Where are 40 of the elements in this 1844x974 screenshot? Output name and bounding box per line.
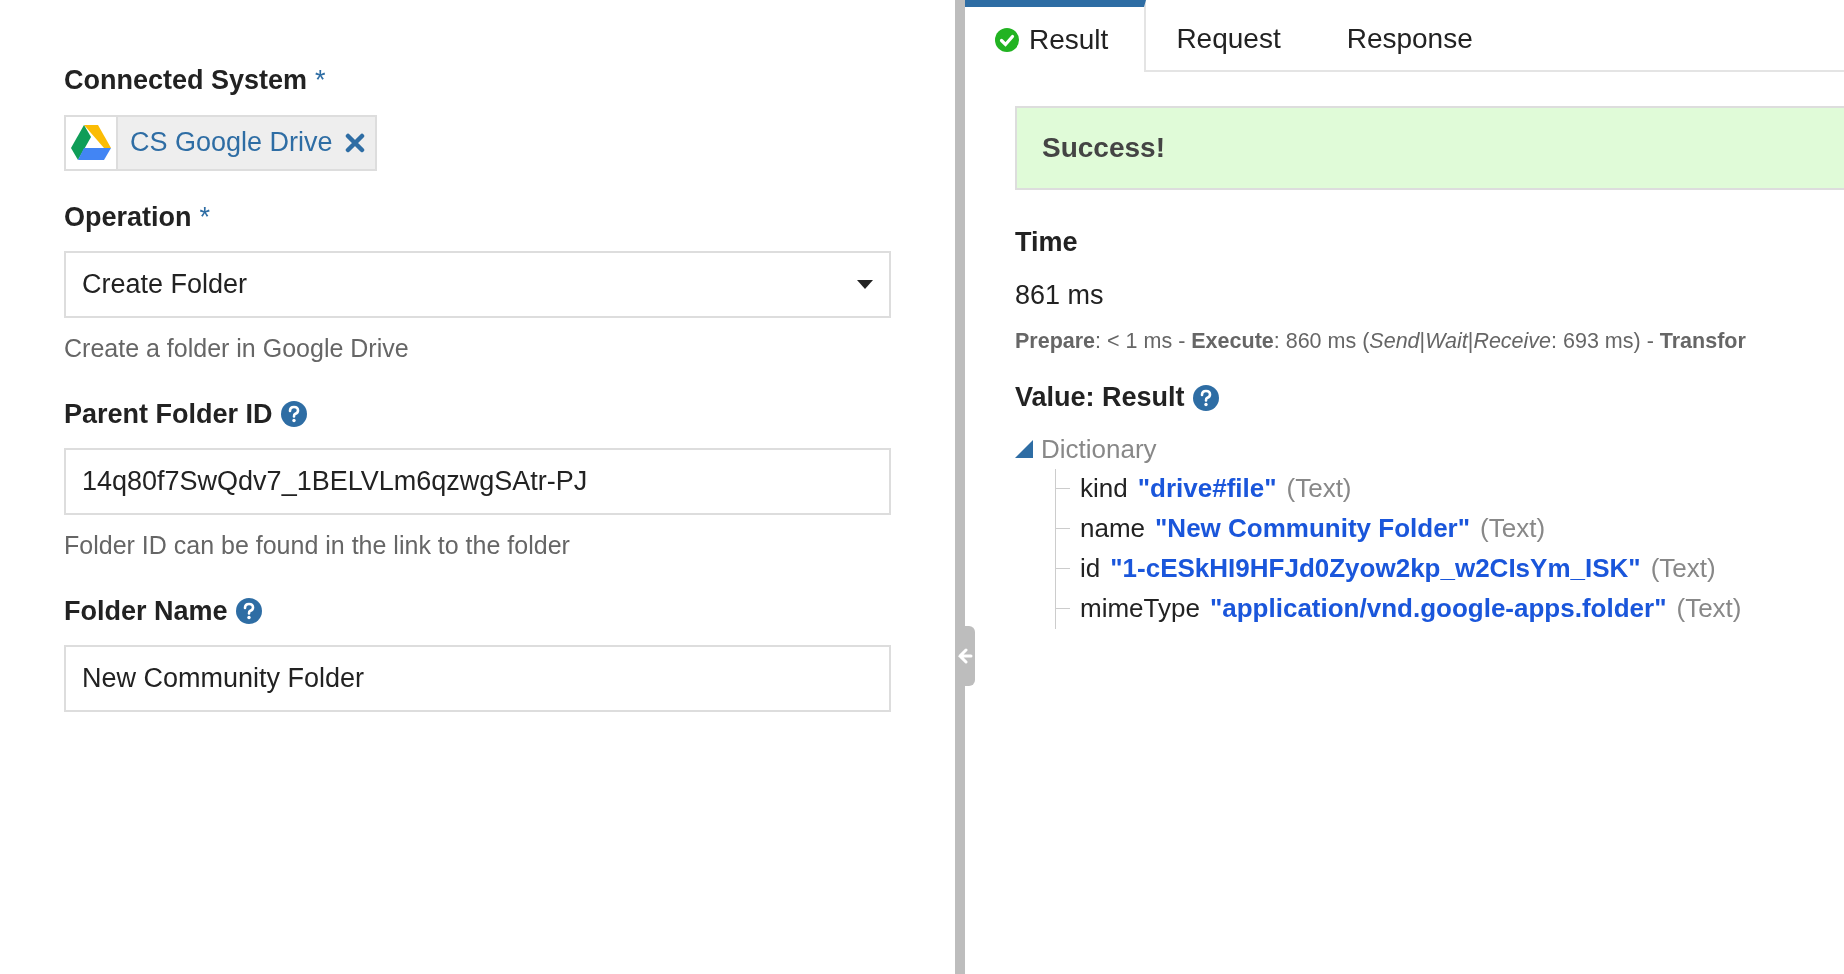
input-field[interactable]: 14q80f7SwQdv7_1BELVLm6qzwgSAtr-PJ [64,448,891,515]
property-key: kind [1080,469,1128,509]
field-label: Connected System [64,64,308,97]
success-alert: Success! [1015,106,1844,190]
time-value: 861 ms [1015,278,1105,312]
section-heading: Value: Result [1015,381,1185,415]
caret-icon [857,279,873,290]
property-type: (Text) [1676,592,1742,626]
field-label: Parent Folder ID [64,397,273,431]
property-value: "New Community Folder" [1155,512,1471,546]
property-value: "1-cESkHI9HFJd0Zyow2kp_w2CIsYm_ISK" [1110,552,1641,586]
required-mark: * [199,200,211,234]
required-mark: * [315,64,326,97]
help-icon[interactable] [235,597,262,624]
expand-toggle-icon[interactable] [1015,440,1033,459]
property-value: "application/vnd.google-apps.folder" [1209,592,1667,626]
tree-node-label: Dictionary [1041,432,1157,466]
connected-system-chip[interactable]: CS Google Drive [64,114,377,171]
collapse-handle[interactable] [955,626,975,686]
property-value: "drive#file" [1137,472,1277,506]
property-type: (Text) [1650,552,1716,586]
field-label: Folder Name [64,594,228,628]
arrow-left-icon [957,648,973,664]
property-key: id [1080,549,1101,589]
property-type: (Text) [1286,472,1352,506]
property-type: (Text) [1480,512,1546,546]
help-text: Create a folder in Google Drive [64,333,410,364]
help-icon[interactable] [1192,384,1219,411]
property-key: mimeType [1080,589,1200,629]
help-text: Folder ID can be found in the link to the folder [64,530,571,561]
input-field[interactable]: New Community Folder [64,645,891,712]
section-heading: Time [1015,226,1079,259]
help-icon[interactable] [280,400,307,427]
tab[interactable]: Result [965,0,1147,72]
timing-breakdown: Prepare: < 1 ms - Execute: 860 ms (Send|Wait|Receive: 693 ms) - Transfor [1015,328,1747,355]
property-key: name [1080,509,1146,549]
drive-logo-icon [71,124,111,161]
remove-icon[interactable] [344,132,365,153]
operation-select[interactable]: Create Folder [64,251,891,318]
field-label: Operation [64,200,192,234]
